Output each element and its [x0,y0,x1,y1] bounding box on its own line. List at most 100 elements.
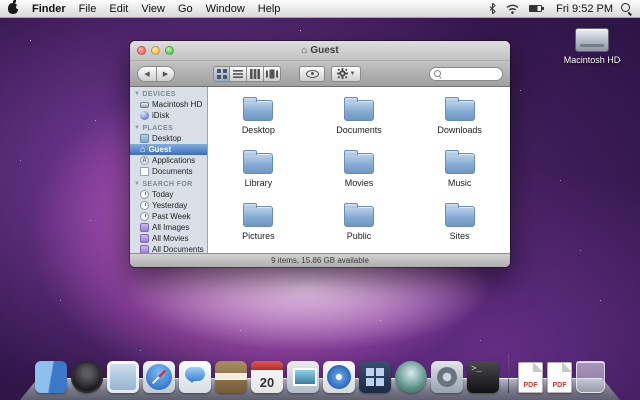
list-view-button[interactable] [230,66,247,82]
dock-address-book-icon[interactable] [215,361,247,393]
search-input[interactable] [442,69,498,78]
dock-system-preferences-icon[interactable] [431,361,463,393]
sidebar-item-all-documents[interactable]: All Documents [130,244,207,253]
minimize-button[interactable] [151,46,160,55]
dock-preview-icon[interactable] [287,361,319,393]
disclosure-triangle-icon[interactable]: ▼ [134,181,140,187]
icon-view-icon [217,69,227,79]
chevron-down-icon: ▼ [350,71,356,77]
clock-icon [140,212,149,221]
window-title: ⌂Guest [130,45,510,56]
folder-icon [445,100,475,121]
sidebar-item-all-images[interactable]: All Images [130,222,207,233]
sidebar-item-today[interactable]: Today [130,189,207,200]
folder-icon [243,153,273,174]
folder-icon [243,206,273,227]
sidebar-item-documents[interactable]: Documents [130,166,207,177]
sidebar-section-places[interactable]: ▼PLACES [130,123,207,133]
finder-window: ⌂Guest ◀ ▶ [130,41,510,267]
dock-itunes-icon[interactable] [323,361,355,393]
menu-window[interactable]: Window [206,3,245,15]
document-icon [140,167,149,176]
close-button[interactable] [137,46,146,55]
forward-button[interactable]: ▶ [156,66,175,82]
menu-go[interactable]: Go [178,3,193,15]
dock: 20 >_ PDF PDF [20,342,620,400]
disclosure-triangle-icon[interactable]: ▼ [134,91,140,97]
column-view-icon [250,69,260,79]
sidebar: ▼DEVICES Macintosh HD iDisk ▼PLACES Desk… [130,87,208,253]
folder-item-movies[interactable]: Movies [309,145,410,198]
home-icon: ⌂ [301,45,307,56]
coverflow-view-button[interactable] [264,66,281,82]
hard-drive-icon [575,28,609,52]
status-bar: 9 items, 15.86 GB available [130,253,510,267]
menu-finder[interactable]: Finder [32,3,66,15]
folder-item-public[interactable]: Public [309,198,410,251]
dock-ichat-icon[interactable] [179,361,211,393]
desktop: Finder File Edit View Go Window Help Fri… [0,0,640,400]
smart-folder-icon [140,223,149,232]
battery-icon[interactable] [529,5,542,12]
dock-safari-icon[interactable] [143,361,175,393]
dock-finder-icon[interactable] [35,361,67,393]
sidebar-item-applications[interactable]: AApplications [130,155,207,166]
menu-edit[interactable]: Edit [109,3,128,15]
menu-file[interactable]: File [79,3,97,15]
smart-folder-icon [140,245,149,253]
dock-pdf-document-icon[interactable]: PDF [518,362,543,393]
dock-ical-icon[interactable]: 20 [251,361,283,393]
quick-look-button[interactable] [299,66,325,82]
sidebar-item-desktop[interactable]: Desktop [130,133,207,144]
forward-arrow-icon: ▶ [163,70,168,78]
sidebar-item-idisk[interactable]: iDisk [130,110,207,121]
sidebar-item-all-movies[interactable]: All Movies [130,233,207,244]
desktop-icon [140,134,149,143]
folder-item-library[interactable]: Library [208,145,309,198]
sidebar-item-guest[interactable]: ⌂Guest [130,144,207,155]
dock-spaces-icon[interactable] [359,361,391,393]
menu-bar: Finder File Edit View Go Window Help Fri… [0,0,640,18]
wifi-icon[interactable] [506,4,519,14]
folder-item-desktop[interactable]: Desktop [208,92,309,145]
dock-terminal-icon[interactable]: >_ [467,361,499,393]
sidebar-item-yesterday[interactable]: Yesterday [130,200,207,211]
sidebar-section-devices[interactable]: ▼DEVICES [130,89,207,99]
menu-help[interactable]: Help [258,3,281,15]
search-field[interactable] [429,67,503,81]
disclosure-triangle-icon[interactable]: ▼ [134,125,140,131]
back-button[interactable]: ◀ [137,66,156,82]
dock-mail-icon[interactable] [107,361,139,393]
sidebar-item-macintosh-hd[interactable]: Macintosh HD [130,99,207,110]
back-arrow-icon: ◀ [144,70,149,78]
eye-icon [306,70,319,78]
trash-icon[interactable] [576,361,605,393]
folder-icon [243,100,273,121]
folder-item-downloads[interactable]: Downloads [409,92,510,145]
spotlight-icon[interactable] [621,3,632,14]
folder-item-pictures[interactable]: Pictures [208,198,309,251]
sidebar-section-search-for[interactable]: ▼SEARCH FOR [130,179,207,189]
sidebar-item-past-week[interactable]: Past Week [130,211,207,222]
zoom-button[interactable] [165,46,174,55]
bluetooth-icon[interactable] [489,3,496,14]
ical-day-number: 20 [260,372,274,393]
folder-icon [344,100,374,121]
folder-icon [445,153,475,174]
dock-pdf-document-icon[interactable]: PDF [547,362,572,393]
folder-item-sites[interactable]: Sites [409,198,510,251]
smart-folder-icon [140,234,149,243]
dock-dashboard-icon[interactable] [71,361,103,393]
apple-menu-icon[interactable] [8,3,18,14]
icon-view-button[interactable] [213,66,230,82]
action-button[interactable]: ▼ [331,66,361,82]
clock-icon [140,190,149,199]
menu-clock[interactable]: Fri 9:52 PM [556,3,613,15]
column-view-button[interactable] [247,66,264,82]
folder-item-music[interactable]: Music [409,145,510,198]
menu-view[interactable]: View [141,3,165,15]
macintosh-hd-desktop-icon[interactable]: Macintosh HD [556,28,628,65]
title-bar[interactable]: ⌂Guest [130,41,510,61]
folder-item-documents[interactable]: Documents [309,92,410,145]
dock-time-machine-icon[interactable] [395,361,427,393]
